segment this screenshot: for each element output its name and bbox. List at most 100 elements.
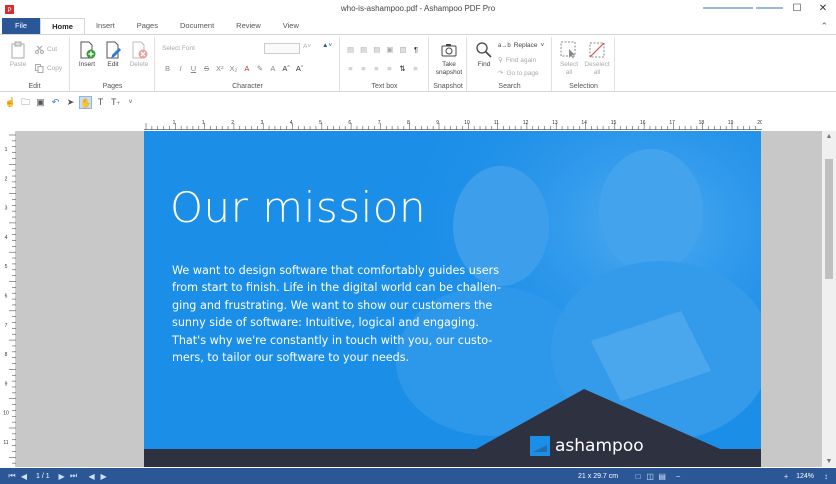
next-page-icon[interactable]: ▶ [56,472,68,481]
superscript-icon[interactable]: X² [216,64,224,73]
deselect-all-button[interactable]: Deselect all [583,41,611,77]
subscript-icon[interactable]: X₂ [230,64,238,73]
quick-access-toolbar: P [4,4,15,15]
undo-icon[interactable]: ↶ [49,96,62,109]
align-center-icon[interactable]: ≡ [360,64,367,73]
tab-home[interactable]: Home [40,18,85,34]
pdf-page[interactable]: Our mission We want to design software t… [144,131,761,467]
back-icon[interactable]: ◀ [86,472,98,481]
pointer-icon[interactable]: ➤ [64,96,77,109]
maximize-button[interactable]: ☐ [784,0,810,18]
strikethrough-icon[interactable]: S [203,64,210,73]
zoom-out-icon[interactable]: − [672,472,684,481]
align-right-icon[interactable]: ≡ [373,64,380,73]
ruler-number: 9 [436,120,439,126]
horizontal-ruler-ticks: 1 1 2 3 4 5 6 7 8 9 10 11 12 13 14 15 16 17 18 19 20 [145,120,763,130]
previous-page-icon[interactable]: ◀ [18,472,30,481]
title-bar: P who-is-ashampoo.pdf - Ashampoo PDF Pro… [0,0,836,18]
highlight-icon[interactable]: ✎ [256,64,263,73]
single-page-view-icon[interactable]: □ [632,472,644,481]
italic-icon[interactable]: I [177,64,184,73]
customize-toolbar-icon[interactable]: ˅ [124,96,137,109]
clear-format-icon[interactable]: A [269,64,276,73]
edit-page-button[interactable]: Edit [99,41,127,69]
zoom-in-icon[interactable]: + [780,472,792,481]
first-page-icon[interactable]: ⏮ [6,471,18,481]
scroll-up-icon[interactable]: ▲ [822,133,836,140]
align-middle-icon[interactable]: ▤ [360,45,367,54]
zoom-level: 124% [796,472,814,480]
document-viewport[interactable]: Our mission We want to design software t… [16,131,822,467]
copy-button[interactable]: Copy [35,64,62,73]
camera-icon [440,41,458,59]
select-all-icon [560,41,578,59]
bullet-list-icon[interactable]: ≡ [412,64,419,73]
fit-icon[interactable]: ↕ [820,472,832,481]
save-icon[interactable]: ▣ [34,96,47,109]
zoom-slider[interactable] [703,7,783,9]
paragraph-mark-icon[interactable]: ¶ [412,45,419,54]
ashampoo-logo-icon [530,436,550,456]
line-spacing-icon[interactable]: ⇅ [399,64,406,73]
decrease-size-icon[interactable]: Aˇ [296,64,304,73]
tab-view[interactable]: View [272,18,310,34]
cut-button[interactable]: Cut [35,45,57,54]
find-button[interactable]: Find [470,41,498,69]
two-page-view-icon[interactable]: ◫ [644,472,656,481]
scroll-down-icon[interactable]: ▼ [822,458,836,465]
vertical-ruler: 123456789101112 [0,131,16,475]
add-text-icon[interactable]: T+ [109,96,122,109]
paste-button[interactable]: Paste [4,41,32,69]
ruler-number: 10 [464,120,470,126]
pan-tool-icon[interactable]: ✋ [79,95,92,109]
align-top-icon[interactable]: ▤ [347,45,354,54]
image-icon[interactable]: ▣ [386,45,393,54]
hand-icon[interactable]: ☝ [4,96,17,109]
text-tool-icon[interactable]: T [94,96,107,109]
font-grow-icon[interactable]: A˅ [303,43,311,50]
collapse-ribbon-icon[interactable]: ⌃ [820,18,836,34]
align-bottom-icon[interactable]: ▤ [373,45,380,54]
folder-open-icon[interactable]: 🗀 [19,96,32,109]
tab-insert[interactable]: Insert [85,18,126,34]
columns-icon[interactable]: ▧ [399,45,406,54]
scrollbar-thumb[interactable] [825,159,833,279]
ribbon-tabs: File Home Insert Pages Document Review V… [0,18,836,34]
minimize-button[interactable]: ─ [758,0,784,18]
goto-page-button[interactable]: ↷ Go to page [498,69,539,78]
increase-size-icon[interactable]: Aˆ [282,64,290,73]
horizontal-ruler: 1 1 2 3 4 5 6 7 8 9 10 11 12 13 14 15 16 17 18 19 20 [144,118,763,130]
justify-icon[interactable]: ≡ [386,64,393,73]
last-page-icon[interactable]: ⏭ [68,471,80,481]
text-color-icon[interactable]: ▲˅ [322,42,332,49]
zoom-slider-thumb[interactable] [752,4,756,12]
forward-icon[interactable]: ▶ [98,472,110,481]
vertical-scrollbar[interactable]: ▲ ▼ [822,131,836,467]
group-label-search: Search [498,83,521,90]
align-left-icon[interactable]: ≡ [347,64,354,73]
tab-document[interactable]: Document [169,18,225,34]
take-snapshot-button[interactable]: Take snapshot [434,41,464,77]
tab-pages[interactable]: Pages [126,18,169,34]
font-size-select[interactable] [264,43,300,54]
close-button[interactable]: ✕ [810,0,836,18]
font-select[interactable]: Select Font [162,45,195,52]
tab-review[interactable]: Review [225,18,272,34]
find-again-button[interactable]: ⚲ Find again [498,56,536,65]
group-label-snapshot: Snapshot [433,83,463,90]
ruler-number: 2 [5,176,8,182]
ruler-number: 11 [494,120,499,126]
tab-file[interactable]: File [2,18,41,34]
underline-icon[interactable]: U [190,64,197,73]
bold-icon[interactable]: B [164,64,171,73]
delete-page-button[interactable]: Delete [125,41,153,69]
group-label-textbox: Text box [371,83,398,90]
mission-body: We want to design software that comforta… [172,262,501,366]
page-indicator[interactable]: 1 / 1 [36,473,50,480]
font-color-icon[interactable]: A [243,64,250,73]
replace-button[interactable]: a→b Replace ˅ [498,42,544,49]
continuous-view-icon[interactable]: ▤ [656,472,668,481]
ruler-number: 3 [261,120,264,126]
select-all-button[interactable]: Select all [555,41,583,77]
insert-page-button[interactable]: Insert [73,41,101,69]
